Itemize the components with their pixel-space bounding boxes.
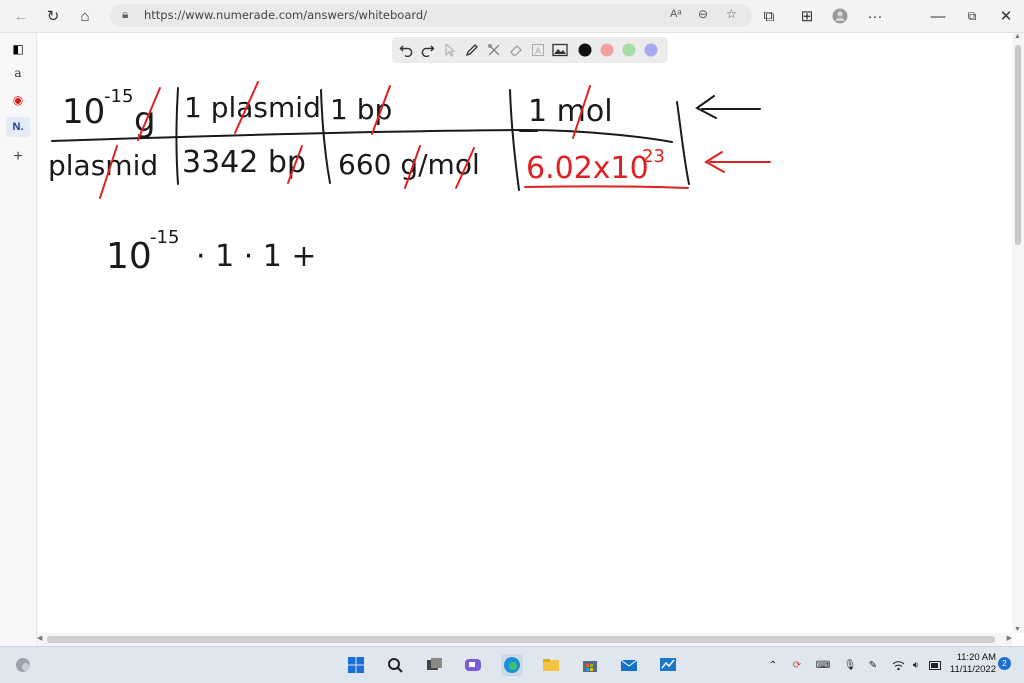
microphone-icon[interactable]: 🎙︎ <box>843 658 857 672</box>
image-icon[interactable] <box>551 41 569 59</box>
redo-icon[interactable] <box>419 41 437 59</box>
eraser-icon[interactable] <box>507 41 525 59</box>
restore-icon[interactable]: ⧉ <box>961 5 983 27</box>
whiteboard-canvas[interactable] <box>37 33 1012 633</box>
extensions-icon[interactable]: ⧉ <box>758 5 780 27</box>
file-explorer-icon[interactable] <box>540 654 562 676</box>
mail-icon[interactable] <box>618 654 640 676</box>
scroll-left-icon[interactable]: ◀ <box>37 634 42 642</box>
text-icon[interactable]: A <box>529 41 547 59</box>
profile-icon[interactable] <box>829 5 851 27</box>
lock-icon: 🔒︎ <box>122 7 129 21</box>
system-clock[interactable]: 11:20 AM 11/11/2022 <box>946 652 996 676</box>
url-text: https://www.numerade.com/answers/whitebo… <box>144 8 428 22</box>
numerade-icon[interactable]: N. <box>6 117 30 137</box>
vertical-scroll-thumb[interactable] <box>1015 45 1021 245</box>
whiteboard-toolbar: A <box>392 37 668 63</box>
taskbar: ⌃ ⟳ ⌨ 🎙︎ ✎ 🔉︎ 11:20 AM 11/11/2022 2 <box>0 646 1024 683</box>
refresh-icon[interactable]: ↻ <box>42 5 64 27</box>
pen-tray-icon[interactable]: ✎ <box>866 658 880 672</box>
store-icon[interactable] <box>579 654 601 676</box>
browser-titlebar: ← ↻ ⌂ 🔒︎ https://www.numerade.com/answer… <box>0 0 1024 33</box>
address-bar[interactable]: 🔒︎ https://www.numerade.com/answers/whit… <box>110 4 752 27</box>
clock-date: 11/11/2022 <box>949 664 996 675</box>
start-icon[interactable] <box>345 654 367 676</box>
tab-actions-icon[interactable]: ◧ <box>8 39 28 59</box>
read-aloud-icon[interactable]: Aᵃ <box>670 8 681 20</box>
tools-icon[interactable] <box>485 41 503 59</box>
task-view-icon[interactable] <box>423 654 445 676</box>
svg-text:A: A <box>535 47 542 57</box>
notification-badge[interactable]: 2 <box>998 657 1011 670</box>
battery-icon[interactable] <box>928 658 942 672</box>
pen-icon[interactable] <box>463 41 481 59</box>
edge-icon[interactable] <box>501 654 523 676</box>
color-green[interactable] <box>620 41 638 59</box>
keyboard-icon[interactable]: ⌨ <box>816 658 830 672</box>
volume-icon[interactable]: 🔉︎ <box>909 658 923 672</box>
back-icon[interactable]: ← <box>10 5 32 27</box>
favorites-icon[interactable]: ☆ <box>726 7 737 21</box>
chevron-up-icon[interactable]: ⌃ <box>766 658 780 672</box>
vertical-scrollbar[interactable]: ▲ ▼ <box>1012 33 1024 633</box>
color-black[interactable] <box>576 41 594 59</box>
clock-time: 11:20 AM <box>956 652 996 663</box>
minimize-icon[interactable]: — <box>927 5 949 27</box>
weather-icon[interactable] <box>12 654 34 676</box>
horizontal-scrollbar[interactable]: ◀ ▶ <box>37 633 1012 646</box>
teams-chat-icon[interactable] <box>462 654 484 676</box>
amazon-icon[interactable]: a <box>8 63 28 83</box>
home-icon[interactable]: ⌂ <box>74 5 96 27</box>
scroll-right-icon[interactable]: ▶ <box>1007 634 1012 642</box>
scroll-up-icon[interactable]: ▲ <box>1014 33 1021 40</box>
close-icon[interactable]: ✕ <box>995 5 1017 27</box>
add-icon[interactable]: + <box>8 147 28 167</box>
onedrive-icon[interactable]: ⟳ <box>790 658 804 672</box>
search-icon[interactable] <box>384 654 406 676</box>
record-icon[interactable]: ◉ <box>8 90 28 110</box>
color-purple[interactable] <box>642 41 660 59</box>
zoom-icon[interactable]: ⊖ <box>698 7 708 21</box>
wifi-icon[interactable] <box>891 658 905 672</box>
color-pink[interactable] <box>598 41 616 59</box>
scroll-down-icon[interactable]: ▼ <box>1014 626 1021 633</box>
browser-sidebar: ◧ a ◉ N. + <box>0 33 37 646</box>
collections-icon[interactable]: ⊞ <box>796 5 818 27</box>
more-icon[interactable]: ··· <box>864 5 886 27</box>
horizontal-scroll-thumb[interactable] <box>47 636 995 643</box>
whiteboard-app-icon[interactable] <box>657 654 679 676</box>
pointer-icon[interactable] <box>441 41 459 59</box>
undo-icon[interactable] <box>397 41 415 59</box>
